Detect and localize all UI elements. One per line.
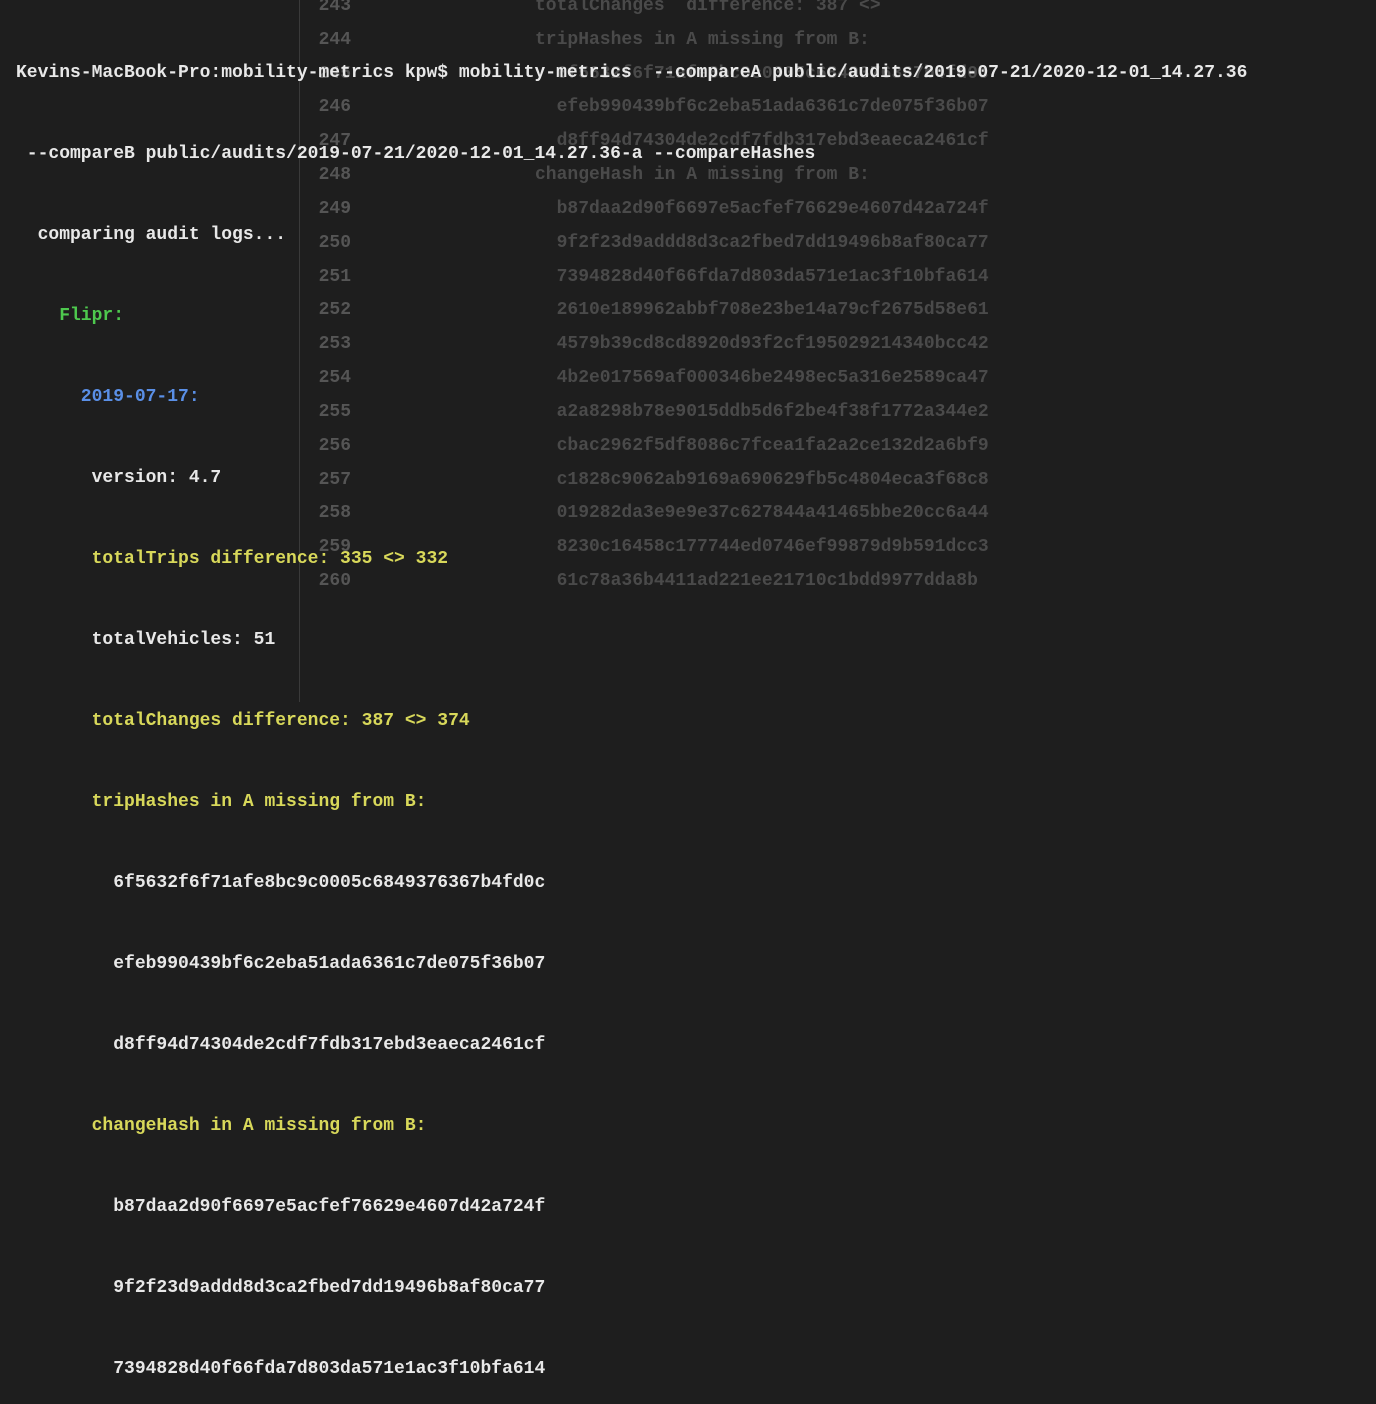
prompt-line-1: Kevins-MacBook-Pro:mobility-metrics kpw$… <box>16 60 1360 87</box>
total-vehicles-value: 51 <box>254 630 276 650</box>
terminal-output[interactable]: Kevins-MacBook-Pro:mobility-metrics kpw$… <box>0 0 1376 1404</box>
change-hash-header: changeHash in A missing from B: <box>16 1113 1360 1140</box>
version-line: version: 4.7 <box>16 465 1360 492</box>
trip-hash: efeb990439bf6c2eba51ada6361c7de075f36b07 <box>16 951 1360 978</box>
total-vehicles-label: totalVehicles: <box>16 630 254 650</box>
total-vehicles-line: totalVehicles: 51 <box>16 627 1360 654</box>
trip-hash: d8ff94d74304de2cdf7fdb317ebd3eaeca2461cf <box>16 1032 1360 1059</box>
trip-hashes-header: tripHashes in A missing from B: <box>16 789 1360 816</box>
prompt-line-2: --compareB public/audits/2019-07-21/2020… <box>16 141 1360 168</box>
audit-date: 2019-07-17: <box>16 384 1360 411</box>
comparing-line: comparing audit logs... <box>16 222 1360 249</box>
version-label: version: <box>16 468 189 488</box>
version-value: 4.7 <box>189 468 221 488</box>
total-trips-diff: totalTrips difference: 335 <> 332 <box>16 546 1360 573</box>
total-changes-diff: totalChanges difference: 387 <> 374 <box>16 708 1360 735</box>
trip-hash: 6f5632f6f71afe8bc9c0005c6849376367b4fd0c <box>16 870 1360 897</box>
provider-name: Flipr: <box>16 303 1360 330</box>
change-hash: b87daa2d90f6697e5acfef76629e4607d42a724f <box>16 1194 1360 1221</box>
change-hash: 7394828d40f66fda7d803da571e1ac3f10bfa614 <box>16 1356 1360 1383</box>
change-hash: 9f2f23d9addd8d3ca2fbed7dd19496b8af80ca77 <box>16 1275 1360 1302</box>
